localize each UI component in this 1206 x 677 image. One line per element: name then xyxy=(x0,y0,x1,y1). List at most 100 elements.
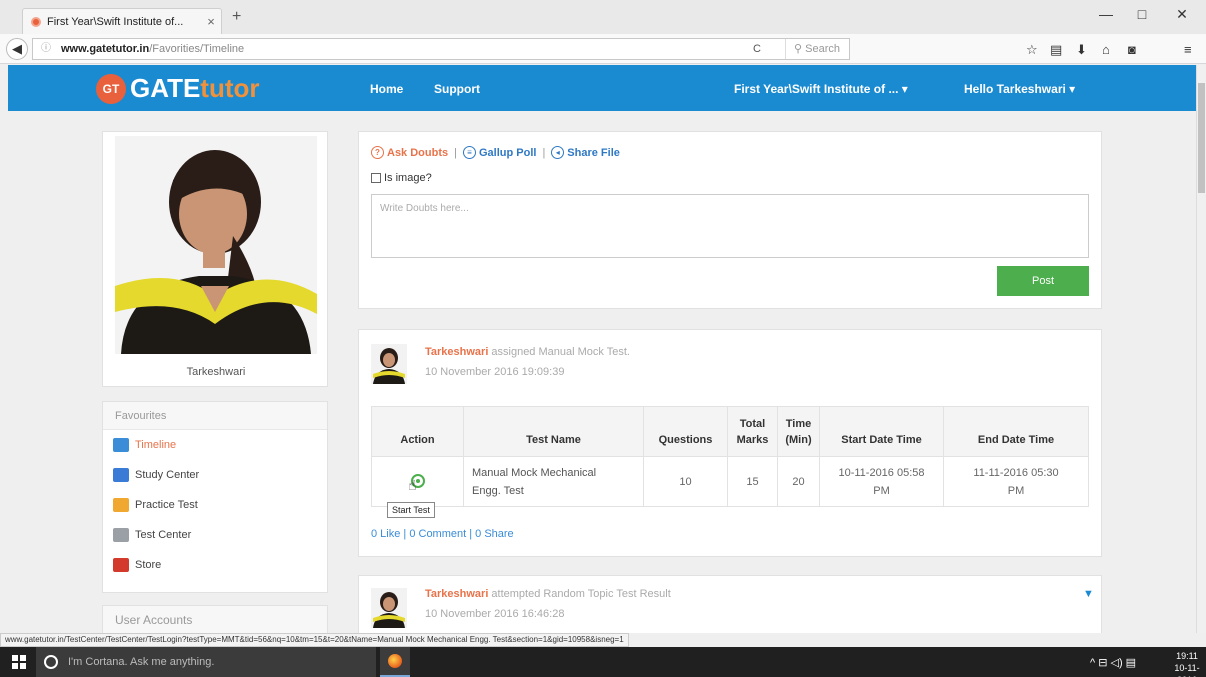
post-type-tabs: ? Ask Doubts | ≡ Gallup Poll | ◂ Share F… xyxy=(371,146,620,159)
tab-title: First Year\Swift Institute of... xyxy=(47,15,184,28)
sidebar-item-label: Practice Test xyxy=(135,499,198,511)
table-row: Manual Mock Mechanical Engg. Test 10 15 2… xyxy=(371,456,1089,507)
feed-actions[interactable]: 0 Like | 0 Comment | 0 Share xyxy=(371,528,514,540)
mock-test-table: Action Test Name Questions Total Marks Ti… xyxy=(371,406,1089,507)
pocket-icon[interactable]: ◙ xyxy=(1128,42,1136,57)
avatar[interactable] xyxy=(371,344,407,384)
maximize-button[interactable]: □ xyxy=(1122,6,1162,22)
reading-list-icon[interactable]: ▤ xyxy=(1050,42,1062,58)
sidebar-item-store[interactable]: Store xyxy=(103,550,327,580)
avatar[interactable] xyxy=(371,588,407,628)
feed-user-link[interactable]: Tarkeshwari xyxy=(425,346,488,358)
cortana-search[interactable]: I'm Cortana. Ask me anything. xyxy=(36,647,376,677)
sidebar-item-label: Test Center xyxy=(135,529,192,541)
avatar-image xyxy=(371,588,407,628)
start-line2: PM xyxy=(873,484,890,497)
tab-gallup-poll-label: Gallup Poll xyxy=(478,146,537,159)
feed-item-random-test: Tarkeshwari attempted Random Topic Test R… xyxy=(358,575,1102,633)
feed-headline: Tarkeshwari assigned Manual Mock Test. xyxy=(425,346,630,358)
sidebar-item-label: Study Center xyxy=(135,469,200,481)
system-tray-icons[interactable]: ^ ⊟ ◁) ▤ xyxy=(1090,656,1136,669)
browser-search-input[interactable]: ⚲ Search xyxy=(785,39,851,59)
col-start-date: Start Date Time xyxy=(819,406,944,457)
nav-support[interactable]: Support xyxy=(434,82,480,96)
tab-share-file[interactable]: ◂ Share File xyxy=(551,146,620,159)
home-icon[interactable]: ⌂ xyxy=(1102,42,1110,57)
sidebar-item-label: Timeline xyxy=(135,439,177,451)
bookmark-star-icon[interactable]: ☆ xyxy=(1026,42,1038,58)
question-icon: ? xyxy=(371,146,384,159)
browser-tab-bar: First Year\Swift Institute of... × + — □… xyxy=(0,0,1206,34)
windows-taskbar: I'm Cortana. Ask me anything. ^ ⊟ ◁) ▤ 1… xyxy=(0,647,1206,677)
feed-headline: Tarkeshwari attempted Random Topic Test R… xyxy=(425,588,671,600)
doubt-textarea[interactable]: Write Doubts here... xyxy=(371,194,1089,258)
col-time-line1: Time xyxy=(785,418,812,430)
feed-item-mock-test: Tarkeshwari assigned Manual Mock Test. 10… xyxy=(358,329,1102,557)
end-line2: PM xyxy=(1007,484,1025,497)
feed-date: 10 November 2016 19:09:39 xyxy=(425,366,565,378)
tab-separator: | xyxy=(454,146,457,159)
back-arrow-icon[interactable]: ◀ xyxy=(6,38,28,60)
col-total-marks-line2: Marks xyxy=(736,434,769,446)
download-icon[interactable]: ⬇ xyxy=(1076,42,1087,58)
info-icon[interactable]: ⓘ xyxy=(41,39,51,59)
favourites-panel: Favourites Timeline Study Center Practic… xyxy=(102,401,328,593)
minimize-button[interactable]: — xyxy=(1086,6,1126,22)
feed-action-text: attempted Random Topic Test Result xyxy=(491,588,671,600)
tab-ask-doubts[interactable]: ? Ask Doubts xyxy=(371,146,448,159)
nav-home[interactable]: Home xyxy=(370,82,403,96)
search-placeholder: Search xyxy=(805,43,840,55)
sidebar-item-timeline[interactable]: Timeline xyxy=(103,430,327,460)
clock-time: 19:11 xyxy=(1176,651,1198,661)
user-accounts-panel: User Accounts xyxy=(102,605,328,633)
cell-questions: 10 xyxy=(643,456,728,507)
site-favicon-icon xyxy=(31,16,41,27)
col-time: Time (Min) xyxy=(777,406,820,457)
feed-action-text: assigned Manual Mock Test. xyxy=(491,346,630,358)
tab-close-icon[interactable]: × xyxy=(201,14,221,29)
cortana-icon xyxy=(44,655,58,669)
share-icon: ◂ xyxy=(551,146,565,159)
nav-institute-dropdown[interactable]: First Year\Swift Institute of ... ▾ xyxy=(734,82,908,96)
avatar-image xyxy=(371,344,407,384)
is-image-checkbox[interactable]: Is image? xyxy=(371,172,432,184)
checkbox-box[interactable] xyxy=(371,173,381,183)
sidebar-item-test-center[interactable]: Test Center xyxy=(103,520,327,550)
tab-gallup-poll[interactable]: ≡ Gallup Poll xyxy=(462,146,537,159)
col-test-name: Test Name xyxy=(463,406,644,457)
reload-icon[interactable]: C xyxy=(753,39,761,59)
page-scrollbar[interactable] xyxy=(1196,65,1206,633)
cell-test-name: Manual Mock Mechanical Engg. Test xyxy=(463,456,644,507)
url-path: /Favorities/Timeline xyxy=(149,43,245,55)
cell-marks: 15 xyxy=(727,456,778,507)
test-center-icon xyxy=(113,528,129,542)
cell-start: 10-11-2016 05:58 PM xyxy=(819,456,944,507)
cell-action xyxy=(371,456,464,507)
profile-photo[interactable] xyxy=(115,136,317,354)
post-button[interactable]: Post xyxy=(997,266,1089,296)
url-bar[interactable]: ⓘ www.gatetutor.in /Favorities/Timeline … xyxy=(32,38,850,60)
menu-icon[interactable]: ≡ xyxy=(1184,42,1192,57)
tab-ask-doubts-label: Ask Doubts xyxy=(387,146,449,159)
windows-start-icon[interactable] xyxy=(12,655,26,669)
firefox-taskbar-icon[interactable] xyxy=(380,647,410,677)
browser-tab[interactable]: First Year\Swift Institute of... × xyxy=(22,8,222,34)
profile-card: Tarkeshwari xyxy=(102,131,328,387)
cell-end: 11-11-2016 05:30 PM xyxy=(943,456,1089,507)
window-close-button[interactable]: ✕ xyxy=(1162,6,1202,23)
practice-test-icon xyxy=(113,498,129,512)
cortana-placeholder: I'm Cortana. Ask me anything. xyxy=(68,656,215,668)
chevron-down-icon[interactable]: ▼ xyxy=(1083,588,1094,600)
new-tab-button[interactable]: + xyxy=(232,8,241,26)
taskbar-clock[interactable]: 19:11 10-11-2016 xyxy=(1168,650,1206,677)
gatetutor-logo[interactable]: GT GATE tutor xyxy=(96,73,260,104)
feed-user-link[interactable]: Tarkeshwari xyxy=(425,588,488,600)
test-name-line2: Engg. Test xyxy=(472,484,524,497)
nav-user-dropdown[interactable]: Hello Tarkeshwari ▾ xyxy=(964,82,1075,96)
sidebar-item-practice-test[interactable]: Practice Test xyxy=(103,490,327,520)
scrollbar-thumb[interactable] xyxy=(1198,83,1205,193)
profile-name[interactable]: Tarkeshwari xyxy=(103,366,329,378)
sidebar-item-label: Store xyxy=(135,559,162,571)
post-composer: ? Ask Doubts | ≡ Gallup Poll | ◂ Share F… xyxy=(358,131,1102,309)
sidebar-item-study-center[interactable]: Study Center xyxy=(103,460,327,490)
